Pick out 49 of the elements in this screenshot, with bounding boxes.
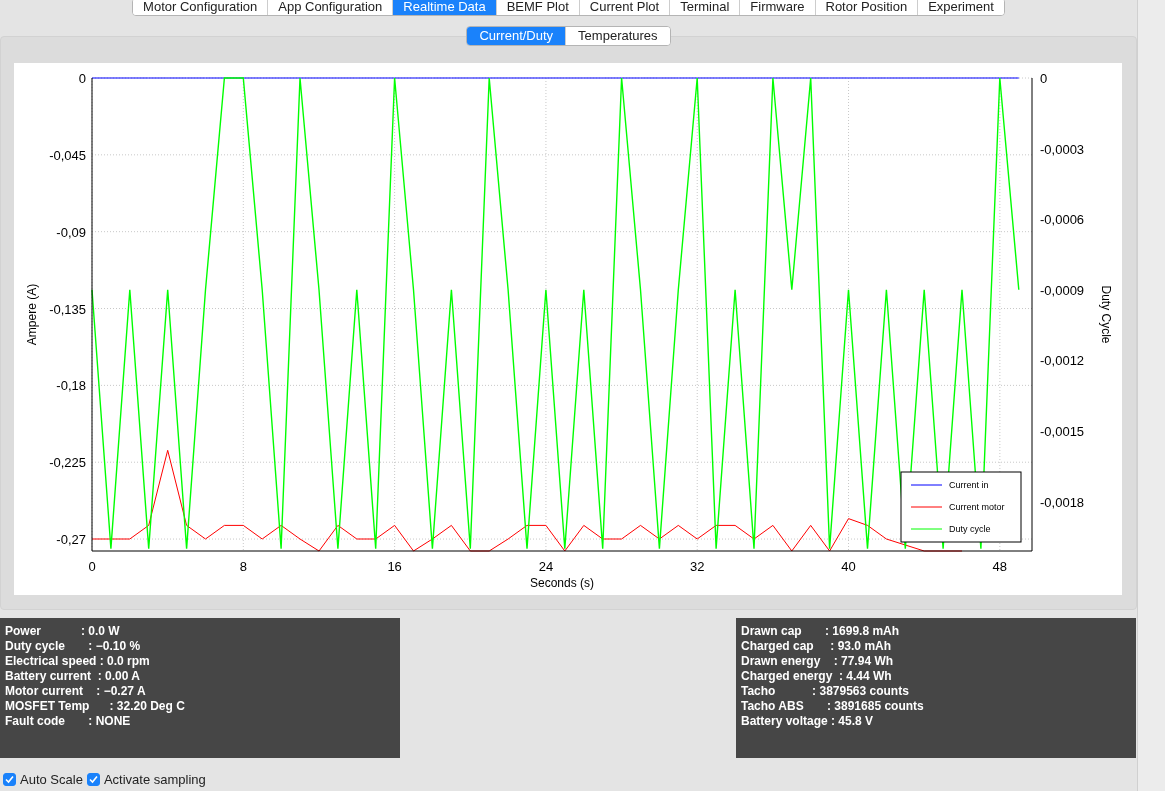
readout-line: Charged cap : 93.0 mAh xyxy=(741,639,893,654)
checkbox-label[interactable]: Auto Scale xyxy=(20,770,83,790)
tick-label: -0,0018 xyxy=(1040,494,1085,510)
tick-label: 48 xyxy=(992,559,1008,574)
checkbox-label[interactable]: Activate sampling xyxy=(103,770,206,790)
readout-line: Battery current : 0.00 A xyxy=(5,669,141,684)
tick-label: -0,0009 xyxy=(1040,282,1085,298)
readout-line: Drawn energy : 77.94 Wh xyxy=(741,654,895,669)
tick-label: -0,0003 xyxy=(1040,141,1085,157)
checkbox[interactable] xyxy=(3,773,16,787)
legend-label: Duty cycle xyxy=(949,524,991,534)
tick-label: -0,0012 xyxy=(1040,353,1085,369)
tab[interactable]: Realtime Data xyxy=(392,0,496,15)
readout-line: Motor current : −0.27 A xyxy=(5,684,147,699)
readout-line: Power : 0.0 W xyxy=(5,624,121,639)
tick-label: 0 xyxy=(78,71,86,86)
tick-label: -0,27 xyxy=(56,532,86,548)
readout-line: Tacho : 3879563 counts xyxy=(741,684,910,699)
readout-line: Charged energy : 4.44 Wh xyxy=(741,669,893,684)
tick-label: 0 xyxy=(1040,71,1048,86)
tab[interactable]: Temperatures xyxy=(565,27,670,45)
tick-label: -0,0015 xyxy=(1040,424,1085,439)
readout-line: Electrical speed : 0.0 rpm xyxy=(5,654,151,669)
tick-label: -0,0006 xyxy=(1040,212,1085,228)
tick-label: 32 xyxy=(690,559,705,574)
tab[interactable]: Experiment xyxy=(917,0,1004,15)
tick-label: 0 xyxy=(88,559,96,574)
tick-label: -0,135 xyxy=(49,301,86,317)
readout-line: Drawn cap : 1699.8 mAh xyxy=(741,624,901,639)
axis-title: Seconds (s) xyxy=(530,576,594,590)
axis-title: Ampere (A) xyxy=(25,283,39,346)
legend-label: Current in xyxy=(949,480,989,490)
tick-label: -0,09 xyxy=(56,224,86,240)
readout-line: Fault code : NONE xyxy=(5,714,132,729)
tick-label: 24 xyxy=(538,559,554,574)
tab[interactable]: Current/Duty xyxy=(467,27,566,45)
readout-line: Tacho ABS : 3891685 counts xyxy=(741,699,925,714)
axis-title: Duty Cycle xyxy=(1099,285,1113,344)
tick-label: -0,045 xyxy=(49,147,86,163)
legend-label: Current motor xyxy=(949,502,1005,512)
tick-label: -0,225 xyxy=(49,455,86,471)
readout-line: MOSFET Temp : 32.20 Deg C xyxy=(5,699,186,714)
tick-label: 16 xyxy=(387,559,402,574)
tick-label: 40 xyxy=(841,559,856,574)
tick-label: -0,18 xyxy=(56,378,86,394)
readout-line: Duty cycle : −0.10 % xyxy=(5,639,142,654)
checkbox[interactable] xyxy=(86,773,100,787)
tick-label: 8 xyxy=(239,559,247,574)
readout-line: Battery voltage : 45.8 V xyxy=(741,714,875,729)
